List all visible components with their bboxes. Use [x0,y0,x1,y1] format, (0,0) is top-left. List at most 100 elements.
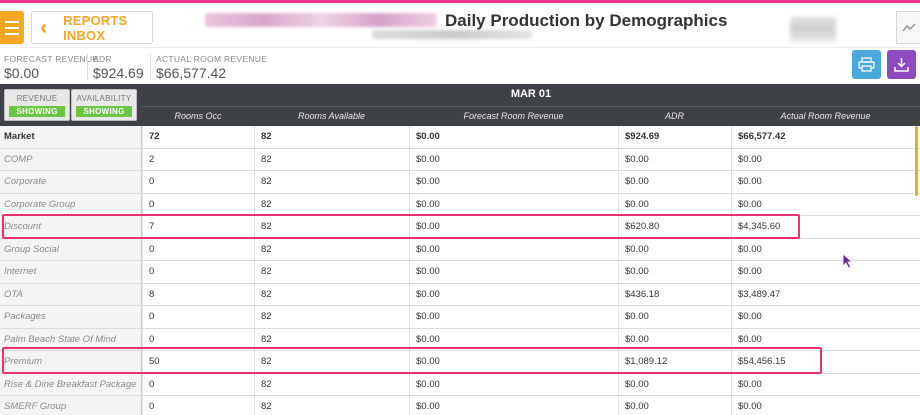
row-label: COMP [0,148,142,170]
redacted-hotel-name [205,13,437,27]
table-cell: 0 [142,396,254,415]
row-label: OTA [0,283,142,305]
table-row[interactable]: Rise & Dine Breakfast Package 0 82 $0.00 $0.… [0,373,920,396]
table-cell: $0.00 [409,373,618,395]
actual-room-revenue-stat: ACTUAL ROOM REVENUE $66,577.42 [156,54,267,81]
table-cell: $0.00 [731,171,920,193]
stat-label: ADR [93,54,112,64]
reports-inbox-label: REPORTS INBOX [63,12,128,43]
table-cell: $436.18 [618,283,731,305]
page-title: Daily Production by Demographics [445,11,728,30]
table-cell: $0.00 [409,306,618,328]
table-cell: 82 [254,306,409,328]
table-cell: $0.00 [618,306,731,328]
toggle-title: AVAILABILITY [76,94,132,103]
table-cell: 82 [254,373,409,395]
table-row[interactable]: OTA 8 82 $0.00 $436.18 $3,489.47 [0,283,920,306]
row-label: Packages [0,306,142,328]
column-header-actual-room-revenue[interactable]: Actual Room Revenue [731,111,920,121]
trend-chart-icon[interactable] [896,11,920,44]
double-chevron-left-icon: ‹‹ [40,16,47,39]
redacted-report-date [372,30,532,39]
stat-value: $924.69 [93,65,144,81]
mouse-cursor-icon [842,253,854,269]
table-cell: $66,577.42 [731,126,920,148]
column-header-rooms-occ[interactable]: Rooms Occ [142,111,254,121]
summary-bar: FORECAST REVENUE $0.00 ADR $924.69 ACTUA… [0,47,920,84]
table-cell: $0.00 [409,171,618,193]
table-cell: $0.00 [731,396,920,415]
date-column-header: MAR 01 [510,88,552,100]
row-label: Rise & Dine Breakfast Package [0,373,142,395]
stat-label: FORECAST REVENUE [4,54,99,64]
table-cell: 82 [254,126,409,148]
table-cell: $0.00 [409,193,618,215]
table-cell: 82 [254,171,409,193]
table-cell: $0.00 [731,261,920,283]
table-cell: 0 [142,171,254,193]
hamburger-menu-icon[interactable] [0,11,24,44]
table-cell: $0.00 [618,171,731,193]
divider [142,106,920,107]
table-cell: $0.00 [618,193,731,215]
table-cell: 82 [254,193,409,215]
print-button[interactable] [852,50,881,79]
app-header: ‹‹ REPORTS INBOX Daily Production by Dem… [0,3,920,47]
scrollbar[interactable] [915,126,918,196]
table-row[interactable]: SMERF Group 0 82 $0.00 $0.00 $0.00 [0,396,920,415]
table-cell: $0.00 [731,193,920,215]
table-cell: $0.00 [618,148,731,170]
table-cell: 82 [254,148,409,170]
table-row[interactable]: Internet 0 82 $0.00 $0.00 $0.00 [0,261,920,284]
printer-icon [858,57,875,72]
table-cell: $0.00 [409,148,618,170]
table-cell: 0 [142,261,254,283]
table-row[interactable]: COMP 2 82 $0.00 $0.00 $0.00 [0,148,920,171]
table-cell: 2 [142,148,254,170]
revenue-toggle[interactable]: REVENUE SHOWING [4,89,70,121]
availability-toggle[interactable]: AVAILABILITY SHOWING [71,89,137,121]
row-label: SMERF Group [0,396,142,415]
row-label: Internet [0,261,142,283]
stat-value: $0.00 [4,65,40,81]
column-header-adr[interactable]: ADR [618,111,731,121]
table-cell: $0.00 [409,396,618,415]
table-cell: $0.00 [731,238,920,260]
table-cell: $3,489.47 [731,283,920,305]
divider [150,54,151,80]
table-row[interactable]: Corporate 0 82 $0.00 $0.00 $0.00 [0,171,920,194]
table-cell: 82 [254,283,409,305]
table-row[interactable]: Market 72 82 $0.00 $924.69 $66,577.42 [0,126,920,149]
column-header-forecast-room-revenue[interactable]: Forecast Room Revenue [409,111,618,121]
table-cell: $0.00 [731,148,920,170]
toggle-state-badge: SHOWING [76,106,132,117]
table-row[interactable]: Corporate Group 0 82 $0.00 $0.00 $0.00 [0,193,920,216]
reports-inbox-button[interactable]: ‹‹ REPORTS INBOX [31,11,153,44]
table-cell: 0 [142,306,254,328]
table-cell: $924.69 [618,126,731,148]
table-cell: $0.00 [731,306,920,328]
stat-value: $66,577.42 [156,65,227,81]
table-cell: 82 [254,396,409,415]
stat-label: ACTUAL ROOM REVENUE [156,54,268,64]
table-cell: 72 [142,126,254,148]
table-cell: $0.00 [618,261,731,283]
premium-row-highlight [2,347,822,374]
table-cell: $0.00 [409,283,618,305]
table-cell: $0.00 [731,373,920,395]
row-label: Market [0,126,142,148]
discount-row-highlight [2,214,800,239]
download-button[interactable] [887,50,916,79]
row-label: Corporate Group [0,193,142,215]
table-cell: 8 [142,283,254,305]
table-cell: $0.00 [409,238,618,260]
table-row[interactable]: Group Social 0 82 $0.00 $0.00 $0.00 [0,238,920,261]
table-cell: 0 [142,193,254,215]
row-label: Corporate [0,171,142,193]
table-cell: 0 [142,373,254,395]
table-cell: $0.00 [409,126,618,148]
table-cell: 0 [142,238,254,260]
table-cell: $0.00 [618,238,731,260]
table-row[interactable]: Packages 0 82 $0.00 $0.00 $0.00 [0,306,920,329]
column-header-rooms-available[interactable]: Rooms Available [254,111,409,121]
